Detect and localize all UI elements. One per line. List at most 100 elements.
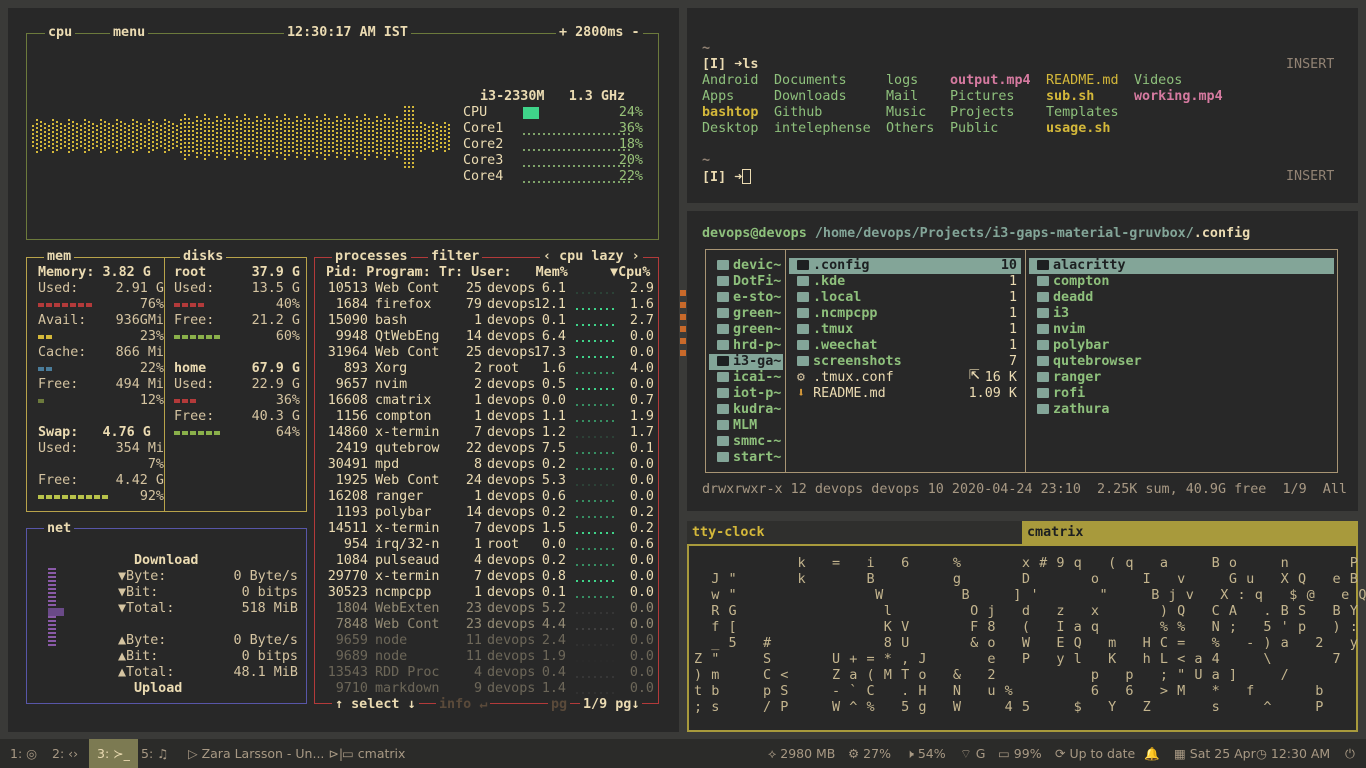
parent-dir-item[interactable]: iot-p~	[709, 386, 783, 402]
current-dir-column[interactable]: .config 10 .kde 1 .local 1 .ncmpcpp 1 .tmux 1 .wee…	[789, 258, 1021, 466]
dir-entry[interactable]: .tmux 1	[789, 322, 1021, 338]
preview-name: polybar	[1053, 338, 1110, 353]
user: devops	[487, 473, 536, 488]
program: QtWebEng	[375, 329, 440, 344]
preview-column[interactable]: alacritty compton deadd i3 nvim polybar qutebr…	[1029, 258, 1334, 466]
ls-entry[interactable]: README.md	[1046, 73, 1119, 89]
cpu-graph-column	[40, 121, 42, 151]
entry-count: 16 K	[984, 370, 1017, 385]
parent-dir-item[interactable]: devic~	[709, 258, 783, 274]
ls-entry[interactable]: Mail	[886, 89, 918, 105]
preview-entry[interactable]: zathura	[1029, 402, 1334, 418]
parent-dir-item[interactable]: icai-~	[709, 370, 783, 386]
workspace-3[interactable]: 3: ≻_	[89, 739, 138, 768]
threads: 7	[473, 569, 482, 584]
page-indicator[interactable]: 1/9 pg↓	[580, 697, 643, 713]
ls-entry[interactable]: Templates	[1046, 105, 1119, 121]
ls-entry[interactable]: working.mp4	[1134, 89, 1223, 105]
power-icon[interactable]: ⏻	[1345, 739, 1355, 768]
preview-entry[interactable]: polybar	[1029, 338, 1334, 354]
proc-cpu-header[interactable]: ▼Cpu%	[610, 265, 650, 281]
core-graph	[523, 107, 631, 119]
pid: 29770	[327, 569, 368, 584]
dir-entry[interactable]: .ncmpcpp 1	[789, 306, 1021, 322]
ls-entry[interactable]: Others	[886, 121, 934, 137]
ls-entry[interactable]: logs	[886, 73, 918, 89]
ls-entry[interactable]: Github	[774, 105, 822, 121]
prompt-line-2[interactable]: [I] ➜	[702, 169, 752, 186]
ls-entry[interactable]: intelephense	[774, 121, 871, 137]
preview-entry[interactable]: deadd	[1029, 290, 1334, 306]
parent-dir-item[interactable]: i3-ga~	[709, 354, 783, 370]
ls-entry[interactable]: Android	[702, 73, 758, 89]
dir-entry[interactable]: .config 10	[789, 258, 1021, 274]
select-button[interactable]: ↑ select ↓	[332, 697, 419, 713]
preview-entry[interactable]: nvim	[1029, 322, 1334, 338]
process-table[interactable]: 10513 Web Cont 25 devops 6.1 2.9 1684 firefox 79…	[314, 281, 659, 697]
preview-entry[interactable]: i3	[1029, 306, 1334, 322]
threads: 14	[465, 505, 482, 520]
preview-entry[interactable]: rofi	[1029, 386, 1334, 402]
ls-entry[interactable]: bashtop	[702, 105, 758, 121]
dir-entry[interactable]: ⬇ README.md 1.09 K	[789, 386, 1021, 402]
parent-dir-item[interactable]: kudra~	[709, 402, 783, 418]
preview-entry[interactable]: qutebrowser	[1029, 354, 1334, 370]
music-player[interactable]: ▷ Zara Larsson - Un... ⊳|	[188, 739, 343, 768]
workspace-2[interactable]: 2: ‹›	[44, 739, 86, 768]
dir-entry[interactable]: screenshots 7	[789, 354, 1021, 370]
cpu-graph-column	[136, 121, 138, 151]
info-button[interactable]: info ↵	[436, 697, 491, 713]
parent-dir-item[interactable]: start~	[709, 450, 783, 466]
parent-dir-item[interactable]: green~	[709, 322, 783, 338]
user: devops	[487, 681, 536, 696]
parent-dir-item[interactable]: hrd-p~	[709, 338, 783, 354]
dir-entry[interactable]: .weechat 1	[789, 338, 1021, 354]
ls-output: Android Documents logs output.mp4 README.md V…	[702, 73, 1302, 137]
preview-entry[interactable]: compton	[1029, 274, 1334, 290]
parent-dir-item[interactable]: green~	[709, 306, 783, 322]
workspace-5[interactable]: 5: ♫	[133, 739, 176, 768]
parent-dir-column[interactable]: devic~ DotFi~ e-sto~ green~ green~ hrd-p~ i3-g…	[709, 258, 783, 466]
parent-dir-item[interactable]: smmc-~	[709, 434, 783, 450]
pid: 954	[343, 537, 368, 552]
ranger-window[interactable]: devops@devops /home/devops/Projects/i3-g…	[687, 211, 1358, 511]
terminal-window[interactable]: ~ [I] ➜ls INSERT Android Documents logs out…	[687, 8, 1358, 203]
workspace-1[interactable]: 1: ◎	[2, 739, 45, 768]
cpu-graph-column	[132, 119, 134, 153]
parent-dir-item[interactable]: e-sto~	[709, 290, 783, 306]
ls-entry[interactable]: Public	[950, 121, 998, 137]
pg-up-button[interactable]: pg	[548, 697, 571, 713]
preview-entry[interactable]: alacritty	[1029, 258, 1334, 274]
cpu-tab[interactable]: cpu	[45, 25, 76, 41]
update-interval[interactable]: + 2800ms -	[556, 25, 643, 41]
filter-tab[interactable]: filter	[428, 249, 483, 265]
updates-module[interactable]: ⟳ Up to date	[1055, 739, 1135, 768]
ls-entry[interactable]: Downloads	[774, 89, 847, 105]
ls-entry[interactable]: Documents	[774, 73, 847, 89]
menu-tab[interactable]: menu	[110, 25, 149, 41]
parent-dir-item[interactable]: DotFi~	[709, 274, 783, 290]
ls-entry[interactable]: Projects	[950, 105, 1015, 121]
tab-tty-clock[interactable]: tty-clock	[687, 521, 1022, 544]
ls-entry[interactable]: output.mp4	[950, 73, 1031, 89]
ls-entry[interactable]: Desktop	[702, 121, 758, 137]
tab-cmatrix[interactable]: cmatrix	[1022, 521, 1358, 544]
ls-entry[interactable]: Pictures	[950, 89, 1015, 105]
dir-entry[interactable]: .local 1	[789, 290, 1021, 306]
cpu-graph-column	[204, 112, 206, 160]
dir-entry[interactable]: .kde 1	[789, 274, 1021, 290]
sort-selector[interactable]: ‹ cpu lazy ›	[540, 249, 643, 265]
ls-entry[interactable]: Videos	[1134, 73, 1182, 89]
dir-entry[interactable]: ⚙ .tmux.conf 16 K	[789, 370, 1021, 386]
parent-dir-item[interactable]: MLM	[709, 418, 783, 434]
preview-entry[interactable]: ranger	[1029, 370, 1334, 386]
ls-entry[interactable]: usage.sh	[1046, 121, 1111, 137]
ls-entry[interactable]: Apps	[702, 89, 734, 105]
mem-percent: 4.4	[541, 617, 566, 632]
ls-entry[interactable]: sub.sh	[1046, 89, 1094, 105]
wifi-module[interactable]: ⌔ G	[960, 739, 985, 768]
bell-icon[interactable]: 🔔	[1144, 739, 1160, 768]
bashtop-window[interactable]: cpu menu 12:30:17 AM IST + 2800ms - i3-2…	[8, 8, 679, 732]
volume-module[interactable]: 🕨 54%	[906, 739, 946, 768]
ls-entry[interactable]: Music	[886, 105, 926, 121]
